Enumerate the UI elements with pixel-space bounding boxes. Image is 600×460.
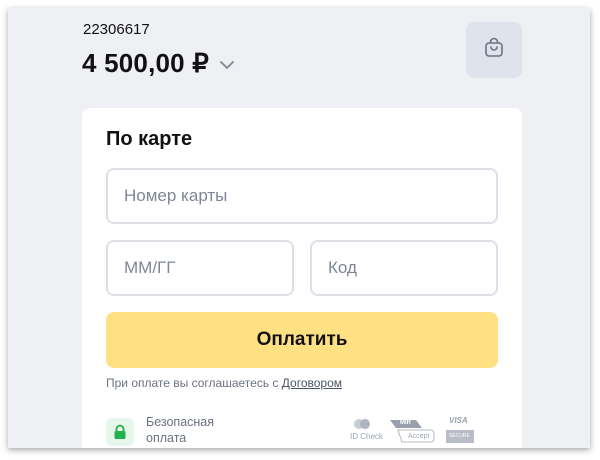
mir-label: MIR	[400, 420, 411, 426]
order-amount: 4 500,00 ₽	[82, 48, 209, 78]
amount-selector[interactable]: 4 500,00 ₽	[82, 48, 235, 79]
terms-text: При оплате вы соглашаетесь с	[106, 376, 282, 390]
expiry-input[interactable]	[106, 240, 294, 296]
secure-payment-text: Безопасная оплата	[146, 415, 215, 445]
chevron-down-icon[interactable]	[219, 57, 235, 75]
pay-button[interactable]: Оплатить	[106, 312, 498, 368]
visa-secure-label: SECURE	[449, 433, 470, 439]
form-title: По карте	[106, 128, 193, 150]
payment-page: 22306617 4 500,00 ₽ По карте Оплатить Пр…	[8, 8, 590, 448]
payment-card: По карте Оплатить При оплате вы соглашае…	[82, 108, 522, 448]
order-id: 22306617	[83, 21, 150, 38]
terms-notice: При оплате вы соглашаетесь с Договором	[106, 376, 342, 390]
cart-button[interactable]	[466, 22, 522, 78]
mir-accept-label: Accept	[408, 433, 430, 440]
card-number-input[interactable]	[106, 168, 498, 224]
lock-icon	[106, 418, 134, 446]
secure-payment-info: Безопасная оплата	[106, 414, 226, 446]
visa-label: VISA	[449, 416, 468, 425]
shopping-bag-icon	[483, 37, 505, 64]
cvc-input[interactable]	[310, 240, 498, 296]
terms-link[interactable]: Договором	[282, 376, 342, 390]
visa-secure-box: SECURE	[446, 430, 474, 443]
id-check-label: ID Check	[350, 432, 383, 441]
